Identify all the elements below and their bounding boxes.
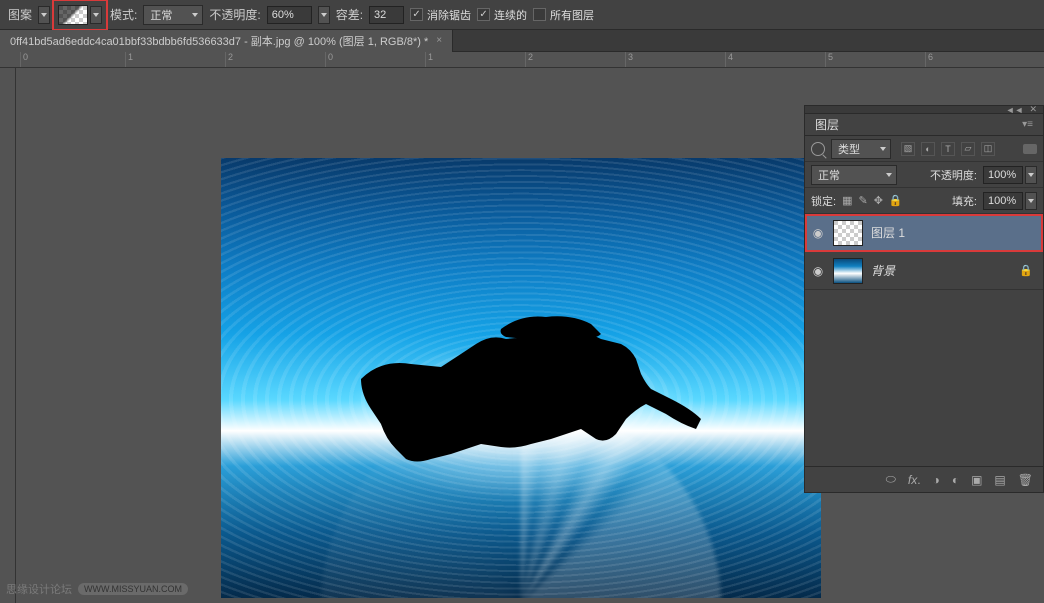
layer-item[interactable]: ◉ 图层 1 [805,214,1043,252]
lock-all-icon[interactable]: 🔒 [889,194,903,207]
opacity-dropdown[interactable] [318,6,330,24]
ruler-tick: 1 [125,52,133,68]
filter-shape-icon[interactable]: ▱ [961,142,975,156]
panel-collapse-bar[interactable]: ◄◄✕ [805,106,1043,114]
visibility-eye-icon[interactable]: ◉ [811,264,825,278]
ruler-tick: 1 [425,52,433,68]
filter-type-select[interactable]: 类型 [831,139,891,159]
panel-title: 图层 [815,116,839,133]
layer-opacity-label: 不透明度: [930,167,977,183]
filter-row: 类型 ▧ ◐ T ▱ ◫ [805,136,1043,162]
layer-thumbnail[interactable] [833,220,863,246]
filter-type-icon[interactable]: T [941,142,955,156]
blend-mode-select[interactable]: 正常 [811,165,897,185]
fx-icon[interactable]: fx. [908,473,921,487]
layer-thumbnail[interactable] [833,258,863,284]
lock-position-icon[interactable]: ✥ [874,194,883,207]
pattern-label: 图案 [8,6,32,23]
layer-list-empty [805,290,1043,466]
lock-paint-icon[interactable]: ✎ [858,194,867,207]
tolerance-label: 容差: [336,6,363,23]
group-icon[interactable]: ▣ [971,473,982,487]
link-layers-icon[interactable]: ⬭ [886,472,896,487]
lock-row: 锁定: ▦ ✎ ✥ 🔒 填充: [805,188,1043,214]
contiguous-label: 连续的 [494,7,527,23]
panel-menu-icon[interactable]: ▾≡ [1022,119,1033,130]
layer-opacity-dropdown[interactable] [1025,166,1037,184]
watermark: 思缘设计论坛 WWW.MISSYUAN.COM [6,581,188,597]
ruler-horizontal: 0 1 2 0 1 2 3 4 5 6 [0,52,1044,68]
canvas-image[interactable] [221,158,821,598]
mask-icon[interactable]: ◑ [933,473,940,487]
horse-rider-silhouette [301,259,741,479]
ruler-tick: 0 [20,52,28,68]
pattern-swatch-highlight [56,3,104,27]
mode-value: 正常 [150,7,172,23]
ruler-tick: 2 [225,52,233,68]
antialias-checkbox[interactable] [410,8,423,21]
ruler-tick: 2 [525,52,533,68]
ruler-vertical [0,68,16,603]
filter-icons: ▧ ◐ T ▱ ◫ [901,142,995,156]
filter-toggle[interactable] [1023,144,1037,154]
layers-panel: ◄◄✕ 图层 ▾≡ 类型 ▧ ◐ T ▱ ◫ 正常 不透明度: 锁定: [804,105,1044,493]
opacity-label: 不透明度: [209,6,260,23]
ruler-tick: 4 [725,52,733,68]
layer-opacity-input[interactable] [983,166,1023,184]
fill-input[interactable] [983,192,1023,210]
watermark-text: 思缘设计论坛 [6,581,72,597]
ruler-tick: 6 [925,52,933,68]
pattern-picker-dropdown[interactable] [90,6,102,24]
fill-dropdown[interactable] [1025,192,1037,210]
layer-item[interactable]: ◉ 背景 🔒 [805,252,1043,290]
new-layer-icon[interactable]: ▤ [994,473,1005,487]
visibility-eye-icon[interactable]: ◉ [811,226,825,240]
adjustment-icon[interactable]: ◐ [952,473,959,487]
fill-label: 填充: [952,193,977,209]
ruler-tick: 5 [825,52,833,68]
close-icon[interactable]: × [436,35,442,46]
lock-transparent-icon[interactable]: ▦ [842,194,852,207]
tolerance-input[interactable] [369,6,404,24]
layer-name[interactable]: 图层 1 [871,224,905,241]
ruler-tick: 0 [325,52,333,68]
layer-list: ◉ 图层 1 ◉ 背景 🔒 [805,214,1043,290]
blend-row: 正常 不透明度: [805,162,1043,188]
layers-tab[interactable]: 图层 ▾≡ [805,114,1043,136]
pattern-dropdown[interactable] [38,6,50,24]
contiguous-checkbox[interactable] [477,8,490,21]
mode-label: 模式: [110,6,137,23]
options-bar: 图案 模式: 正常 不透明度: 容差: 消除锯齿 连续的 所有图层 [0,0,1044,30]
ruler-tick: 3 [625,52,633,68]
opacity-input[interactable] [267,6,312,24]
pattern-swatch[interactable] [58,5,88,25]
mode-select[interactable]: 正常 [143,5,203,25]
layer-name[interactable]: 背景 [871,262,895,279]
panel-footer: ⬭ fx. ◑ ◐ ▣ ▤ 🗑 [805,466,1043,492]
watermark-url: WWW.MISSYUAN.COM [78,583,188,595]
all-layers-checkbox[interactable] [533,8,546,21]
filter-smart-icon[interactable]: ◫ [981,142,995,156]
trash-icon[interactable]: 🗑 [1018,473,1033,487]
document-tab[interactable]: 0ff41bd5ad6eddc4ca01bbf33bdbb6fd536633d7… [0,30,453,52]
lock-icon: 🔒 [1019,264,1033,277]
document-title: 0ff41bd5ad6eddc4ca01bbf33bdbb6fd536633d7… [10,33,428,49]
filter-label: 类型 [838,141,860,157]
all-layers-label: 所有图层 [550,7,594,23]
filter-adjust-icon[interactable]: ◐ [921,142,935,156]
antialias-label: 消除锯齿 [427,7,471,23]
document-tabs: 0ff41bd5ad6eddc4ca01bbf33bdbb6fd536633d7… [0,30,1044,52]
blend-mode-value: 正常 [818,167,840,183]
filter-pixel-icon[interactable]: ▧ [901,142,915,156]
search-icon [811,142,825,156]
lock-label: 锁定: [811,193,836,209]
